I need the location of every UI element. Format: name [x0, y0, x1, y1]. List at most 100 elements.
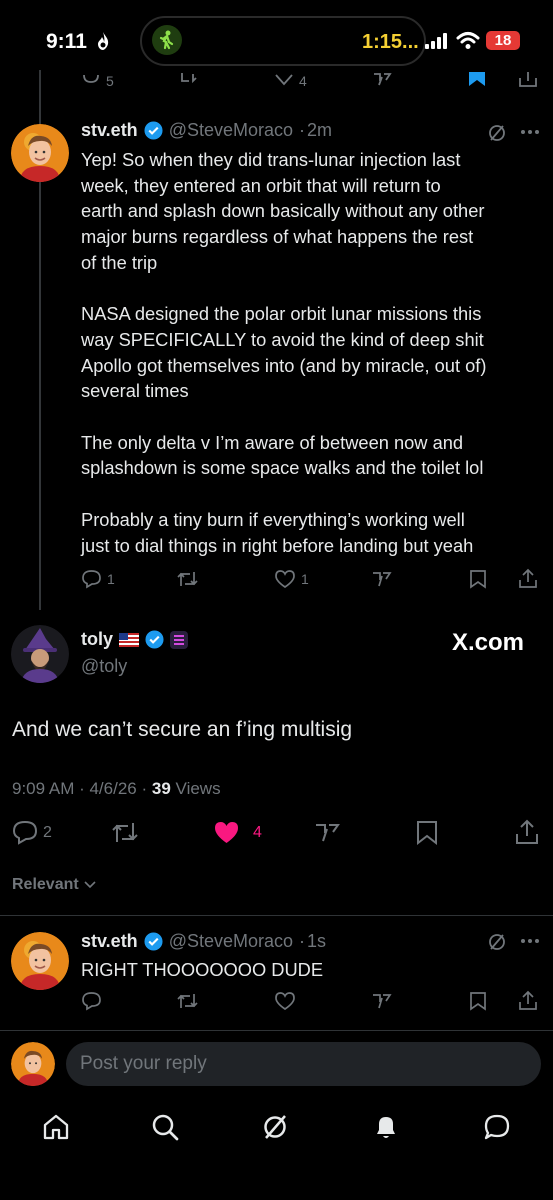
cellular-signal-icon — [425, 33, 449, 49]
reply-text: RIGHT THOOOOOOO DUDE — [81, 959, 324, 980]
post-time: 2m — [307, 120, 333, 140]
grok-icon[interactable] — [371, 991, 392, 1011]
reply-icon — [83, 74, 99, 83]
reply-header: stv.eth @SteveMoraco · 1s — [81, 931, 326, 952]
paragraph: Yep! So when they did trans-lunar inject… — [81, 147, 541, 276]
repost-icon[interactable] — [176, 569, 199, 589]
bookmark-filled-icon[interactable] — [468, 72, 486, 88]
separator-dot: · — [299, 931, 306, 951]
reply-input[interactable]: Post your reply — [66, 1042, 541, 1086]
grok-icon[interactable] — [314, 820, 340, 845]
avatar-stv[interactable] — [11, 124, 69, 182]
grok-slash-icon[interactable] — [487, 123, 507, 143]
bookmark-icon[interactable] — [469, 569, 487, 589]
current-user-avatar[interactable] — [11, 1042, 55, 1086]
post-time: 1s — [307, 931, 327, 951]
reply-button[interactable]: 5 — [81, 73, 114, 89]
text-line: Apollo got themselves into (and by mirac… — [81, 354, 487, 376]
verified-badge-icon — [144, 932, 163, 951]
text-line: several times — [81, 380, 189, 402]
text-line: way SPECIFICALLY to avoid the kind of de… — [81, 328, 484, 350]
text-line: week, they entered an orbit that will re… — [81, 174, 441, 196]
like-button[interactable]: 4 — [213, 820, 262, 845]
share-icon[interactable] — [515, 819, 539, 845]
author-handle[interactable]: @SteveMoraco — [169, 120, 293, 141]
grok-slash-icon[interactable] — [487, 932, 507, 952]
like-button[interactable]: 1 — [274, 569, 309, 589]
sort-label: Relevant — [12, 876, 79, 893]
text-line: major burns regardless of what happens t… — [81, 226, 474, 248]
more-options-icon[interactable] — [520, 129, 540, 135]
grok-icon[interactable] — [261, 1113, 289, 1141]
repost-icon[interactable] — [179, 73, 199, 87]
grok-icon[interactable] — [372, 73, 392, 87]
xcom-watermark: X.com — [452, 629, 525, 656]
solana-affiliate-icon — [170, 630, 189, 649]
author-handle[interactable]: @SteveMoraco — [169, 931, 293, 952]
text-line: Probably a tiny burn if everything’s wor… — [81, 508, 465, 530]
bookmark-icon[interactable] — [416, 820, 438, 845]
text-line: The only delta v I’m aware of between no… — [81, 431, 464, 453]
views-label: Views — [175, 779, 221, 798]
paragraph: Probably a tiny burn if everything’s wor… — [81, 507, 541, 558]
text-line: just to dial things in right before land… — [81, 534, 474, 556]
heart-icon — [275, 74, 293, 86]
divider — [0, 915, 553, 916]
verified-badge-icon — [144, 121, 163, 140]
separator-dot: · — [299, 120, 306, 140]
divider — [0, 1030, 553, 1031]
reply-count: 2 — [43, 823, 52, 841]
text-line: NASA designed the polar orbit lunar miss… — [81, 303, 482, 325]
author-handle[interactable]: @toly — [81, 656, 127, 677]
text-line: of the trip — [81, 251, 158, 273]
flame-icon — [96, 31, 110, 51]
activity-timer: 1:15... — [362, 31, 419, 53]
avatar-stv[interactable] — [11, 932, 69, 990]
author-name[interactable]: stv.eth — [81, 120, 138, 141]
like-count: 4 — [299, 73, 307, 89]
notifications-bell-icon[interactable] — [372, 1113, 400, 1141]
bottom-nav — [0, 1100, 553, 1200]
tweet1-header: stv.eth @SteveMoraco · 2m — [81, 120, 332, 141]
reply-count: 5 — [106, 73, 114, 89]
messages-icon[interactable] — [483, 1113, 511, 1141]
home-icon[interactable] — [42, 1113, 70, 1141]
author-name[interactable]: stv.eth — [81, 931, 138, 952]
like-count: 1 — [301, 571, 309, 587]
reply-button[interactable] — [81, 991, 102, 1011]
share-icon[interactable] — [518, 990, 538, 1011]
text-line: Yep! So when they did trans-lunar inject… — [81, 149, 461, 170]
like-button[interactable] — [274, 991, 296, 1011]
heart-icon — [275, 992, 295, 1011]
reply-count: 1 — [107, 571, 115, 587]
us-flag-icon — [119, 632, 140, 647]
avatar-toly[interactable] — [11, 625, 69, 683]
search-icon[interactable] — [151, 1113, 179, 1141]
sort-replies-dropdown[interactable]: Relevant — [12, 876, 96, 894]
more-options-icon[interactable] — [520, 938, 540, 944]
chevron-down-icon — [84, 881, 96, 889]
bookmark-icon[interactable] — [469, 991, 487, 1011]
text-line: earth and splash down basically without … — [81, 200, 485, 222]
reply-icon — [12, 820, 38, 845]
heart-filled-icon — [215, 822, 238, 843]
main-tweet-header: toly — [81, 629, 189, 650]
fitness-walking-icon — [152, 25, 182, 55]
repost-icon[interactable] — [111, 820, 139, 845]
share-icon[interactable] — [518, 72, 538, 88]
grok-icon[interactable] — [371, 569, 392, 589]
share-icon[interactable] — [518, 568, 538, 589]
reply-button[interactable]: 1 — [81, 569, 115, 589]
reply-icon — [82, 570, 101, 589]
repost-icon[interactable] — [176, 991, 199, 1011]
like-count: 4 — [253, 823, 262, 841]
post-timestamp[interactable]: 9:09 AM · 4/6/26 · — [12, 779, 147, 798]
paragraph: NASA designed the polar orbit lunar miss… — [81, 301, 541, 404]
reply-button[interactable]: 2 — [12, 820, 52, 845]
verified-badge-icon — [145, 630, 164, 649]
reply-icon — [82, 992, 101, 1011]
views-count: 39 — [151, 779, 171, 798]
paragraph: The only delta v I’m aware of between no… — [81, 430, 541, 481]
author-name[interactable]: toly — [81, 629, 113, 650]
like-button[interactable]: 4 — [274, 73, 307, 89]
